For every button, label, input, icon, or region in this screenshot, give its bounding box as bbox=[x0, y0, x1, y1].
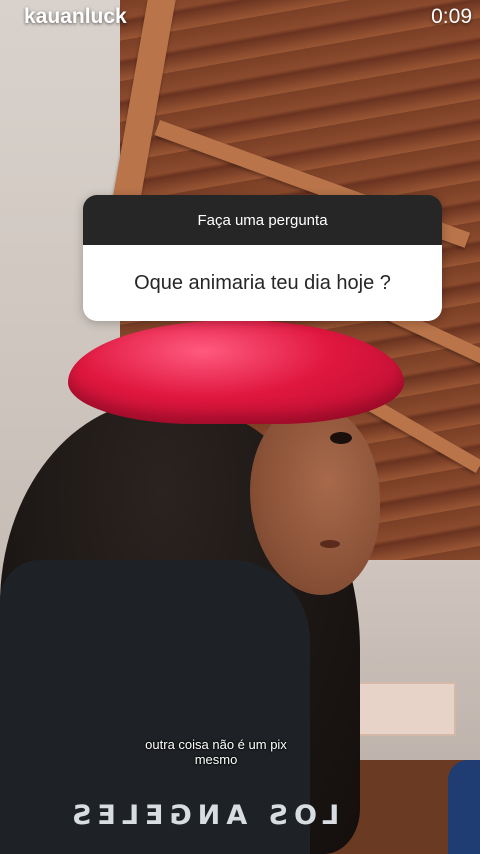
username-label[interactable]: kauanluck bbox=[24, 5, 127, 29]
caption-line-1: outra coisa não é um pix bbox=[145, 737, 287, 752]
question-sticker[interactable]: Faça uma pergunta Oque animaria teu dia … bbox=[83, 195, 442, 321]
video-timer: 0:09 bbox=[431, 5, 472, 28]
question-sticker-header: Faça uma pergunta bbox=[83, 195, 442, 245]
background-person bbox=[448, 760, 480, 854]
shirt-print-text: LOS ANGELES bbox=[66, 800, 340, 831]
person-eye bbox=[330, 432, 352, 444]
video-caption: outra coisa não é um pix mesmo bbox=[0, 737, 432, 767]
video-frame[interactable]: LOS ANGELES bbox=[0, 0, 480, 854]
question-sticker-question: Oque animaria teu dia hoje ? bbox=[83, 245, 442, 321]
caption-line-2: mesmo bbox=[194, 752, 238, 767]
person-mouth bbox=[320, 540, 340, 548]
